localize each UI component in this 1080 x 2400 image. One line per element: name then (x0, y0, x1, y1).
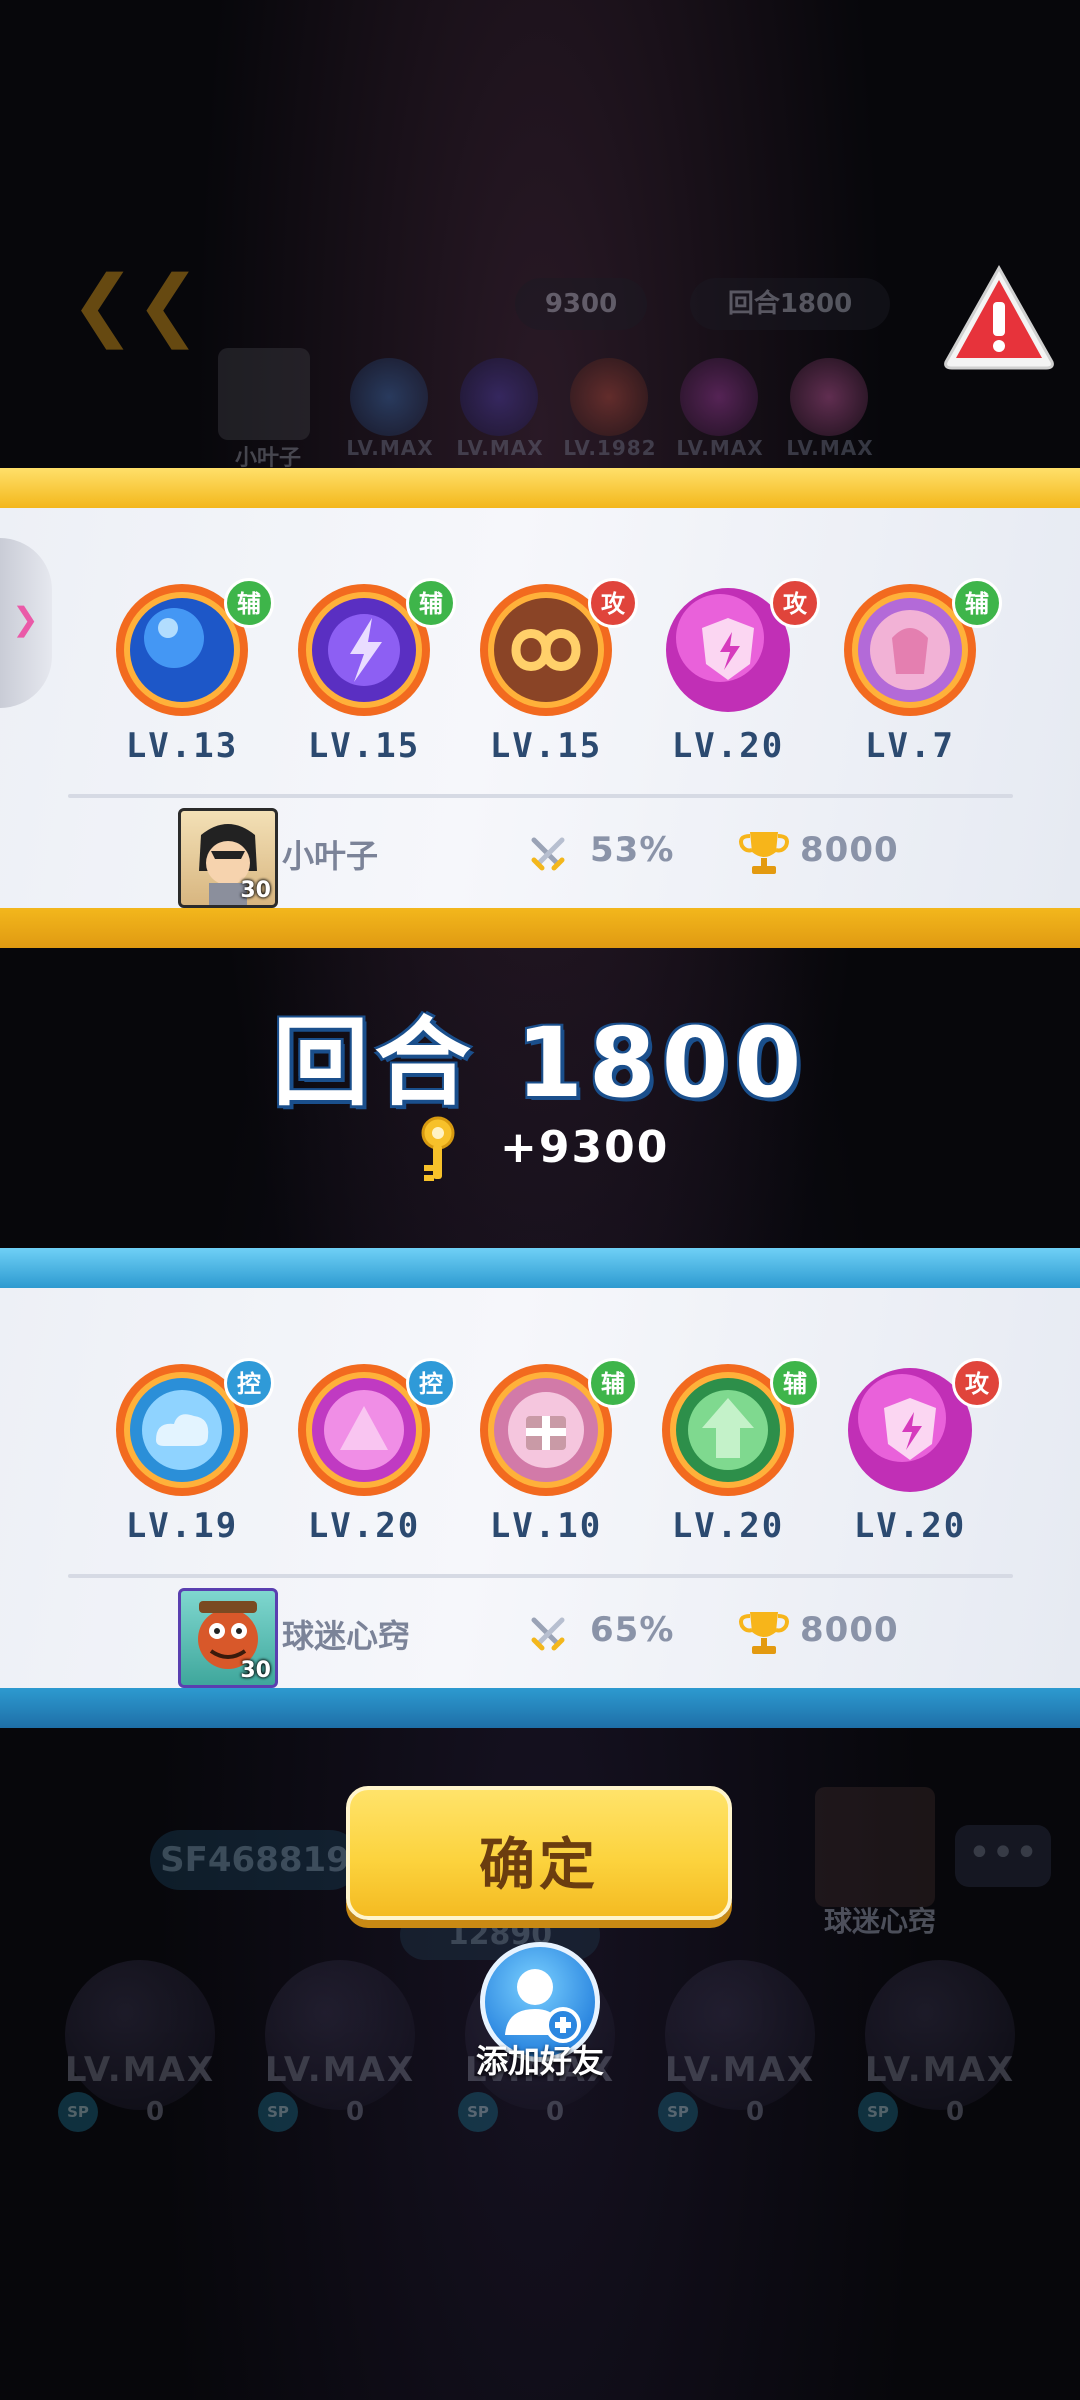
background-top-hud: ❮❮ 9300 回合1800 小叶子 LV.MAX LV.MAX LV.1982… (0, 240, 1080, 471)
trophy-icon (739, 1612, 789, 1654)
tag-attack-badge: 攻 (588, 578, 638, 628)
skill-card: 辅 LV.15 (294, 578, 456, 768)
avatar-level-badge: 30 (240, 1658, 271, 1683)
panel-top-bar (0, 468, 1080, 508)
bg-skill-count: 0 (345, 2097, 365, 2127)
player-avatar[interactable]: 30 (178, 808, 278, 908)
skill-level: LV.13 (125, 726, 239, 766)
player-name: 小叶子 (282, 837, 379, 875)
tag-support-badge: 辅 (952, 578, 1002, 628)
bg-skill-level: LV.MAX (64, 2050, 216, 2090)
tag-attack-badge: 攻 (952, 1358, 1002, 1408)
add-friend-label: 添加好友 (475, 2042, 604, 2080)
bg-skill-level: LV.MAX (864, 2050, 1016, 2090)
bg-level: LV.MAX (676, 436, 764, 460)
tag-support-badge: 辅 (770, 1358, 820, 1408)
panel-divider (68, 1574, 1013, 1578)
skill-card: 控 LV.20 (294, 1358, 456, 1548)
player-result-panel-bottom: 控 LV.19 控 LV.20 辅 LV.10 辅 LV.20 攻 LV.20 … (0, 1248, 1080, 1728)
skill-card: 攻 LV.20 (840, 1358, 1002, 1548)
confirm-button-label: 确定 (479, 1833, 599, 1898)
skill-card: 辅 LV.20 (658, 1358, 820, 1548)
key-reward: +9300 (500, 1122, 670, 1173)
bg-skill-count: 0 (145, 2097, 165, 2127)
warning-icon (944, 264, 1054, 370)
panel-body: ❯ 辅 LV.13 辅 LV.15 攻 LV.15 攻 LV.20 辅 LV.7… (0, 508, 1080, 908)
skill-card: 辅 LV.13 (112, 578, 274, 768)
round-title: 回合 1800 (272, 1007, 808, 1119)
skill-level: LV.15 (307, 726, 421, 766)
tag-control-badge: 控 (406, 1358, 456, 1408)
tag-support-badge: 辅 (224, 578, 274, 628)
bg-level: LV.MAX (786, 436, 874, 460)
tag-support-badge: 辅 (406, 578, 456, 628)
bg-round-pill: 回合1800 (690, 278, 890, 330)
back-arrow-icon: ❮❮ (70, 260, 201, 350)
chevron-right-icon: ❯ (12, 600, 39, 638)
skill-level: LV.19 (125, 1506, 239, 1546)
bg-skill-count: 0 (745, 2097, 765, 2127)
crossed-swords-icon (531, 1617, 565, 1651)
player-avatar[interactable]: 30 (178, 1588, 278, 1688)
panel-bottom-bar (0, 908, 1080, 948)
skill-card: 攻 LV.20 (658, 578, 820, 768)
report-alert-button[interactable] (940, 262, 1058, 374)
skill-level: LV.20 (307, 1506, 421, 1546)
bg-orb-1 (350, 358, 428, 436)
skill-level: LV.15 (489, 726, 603, 766)
panel-divider (68, 794, 1013, 798)
bg-player-avatar (218, 348, 310, 440)
bg-skill-level: LV.MAX (264, 2050, 416, 2090)
trophy-score: 8000 (800, 1610, 899, 1650)
skill-card: 控 LV.19 (112, 1358, 274, 1548)
bg-skill-count: 0 (545, 2097, 565, 2127)
bg-orb-3 (570, 358, 648, 436)
skill-level: LV.10 (489, 1506, 603, 1546)
bg-skill-count: 0 (945, 2097, 965, 2127)
tag-control-badge: 控 (224, 1358, 274, 1408)
panel-bottom-bar (0, 1688, 1080, 1728)
panel-body: 控 LV.19 控 LV.20 辅 LV.10 辅 LV.20 攻 LV.20 … (0, 1288, 1080, 1688)
bg-orb-2 (460, 358, 538, 436)
side-expand-tab[interactable]: ❯ (0, 538, 52, 708)
confirm-button[interactable]: 确定 (346, 1786, 732, 1920)
skill-card: 攻 LV.15 (476, 578, 638, 768)
bg-orb-4 (680, 358, 758, 436)
player-name: 球迷心窍 (282, 1617, 411, 1655)
skill-level: LV.20 (853, 1506, 967, 1546)
skill-card: 辅 LV.7 (840, 578, 1002, 768)
bg-orb-5 (790, 358, 868, 436)
bg-level: LV.MAX (346, 436, 434, 460)
player-result-panel-top: ❯ 辅 LV.13 辅 LV.15 攻 LV.15 攻 LV.20 辅 LV.7… (0, 468, 1080, 948)
crossed-swords-icon (531, 837, 565, 871)
bg-skill-level: LV.MAX (664, 2050, 816, 2090)
skill-level: LV.20 (671, 726, 785, 766)
bg-level: LV.MAX (456, 436, 544, 460)
trophy-score: 8000 (800, 830, 899, 870)
skill-level: LV.20 (671, 1506, 785, 1546)
tag-attack-badge: 攻 (770, 578, 820, 628)
win-rate: 65% (590, 1610, 675, 1650)
trophy-icon (739, 832, 789, 874)
tag-support-badge: 辅 (588, 1358, 638, 1408)
avatar-level-badge: 30 (240, 878, 271, 903)
golden-key-icon (421, 1116, 455, 1181)
win-rate: 53% (590, 830, 675, 870)
panel-top-bar (0, 1248, 1080, 1288)
bg-keys-pill: 9300 (515, 278, 647, 330)
skill-level: LV.7 (865, 726, 955, 766)
skill-card: 辅 LV.10 (476, 1358, 638, 1548)
bg-level: LV.1982 (563, 436, 657, 460)
